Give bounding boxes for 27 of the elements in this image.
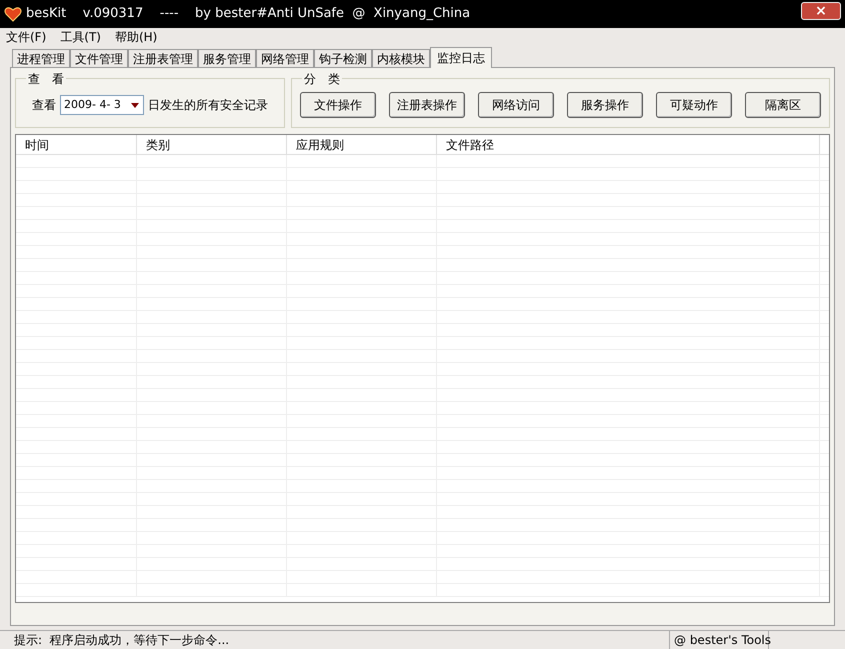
heart-icon bbox=[4, 5, 22, 23]
dropdown-arrow-icon bbox=[131, 102, 139, 108]
tab[interactable]: 钩子检测 bbox=[314, 49, 372, 67]
date-dropdown[interactable]: 2009- 4- 3 bbox=[60, 95, 144, 115]
tab[interactable]: 网络管理 bbox=[256, 49, 314, 67]
status-credit: @ bester's Tools bbox=[669, 631, 769, 649]
window-title: besKit v.090317 ---- by bester#Anti UnSafe @ Xinyang_China bbox=[26, 5, 472, 24]
category-button[interactable]: 可疑动作 bbox=[656, 92, 732, 118]
tab[interactable]: 进程管理 bbox=[12, 49, 70, 67]
category-button[interactable]: 文件操作 bbox=[300, 92, 376, 118]
tab[interactable]: 服务管理 bbox=[198, 49, 256, 67]
menu-item[interactable]: 文件(F) bbox=[6, 28, 46, 46]
tab[interactable]: 文件管理 bbox=[70, 49, 128, 67]
status-message: 提示: 程序启动成功，等待下一步命令... bbox=[13, 632, 230, 649]
tab[interactable]: 内核模块 bbox=[372, 49, 430, 67]
category-button[interactable]: 注册表操作 bbox=[389, 92, 465, 118]
tab[interactable]: 注册表管理 bbox=[128, 49, 198, 67]
category-button[interactable]: 服务操作 bbox=[567, 92, 643, 118]
close-button[interactable]: × bbox=[801, 2, 841, 20]
menu-item[interactable]: 帮助(H) bbox=[114, 28, 158, 46]
group-title: 分 类 bbox=[302, 70, 342, 88]
category-button[interactable]: 隔离区 bbox=[745, 92, 821, 118]
category-button[interactable]: 网络访问 bbox=[478, 92, 554, 118]
tab[interactable]: 监控日志 bbox=[430, 47, 492, 68]
date-label: 查看 bbox=[32, 97, 56, 114]
menu-item[interactable]: 工具(T) bbox=[60, 28, 101, 46]
date-suffix: 日发生的所有安全记录 bbox=[148, 97, 268, 114]
